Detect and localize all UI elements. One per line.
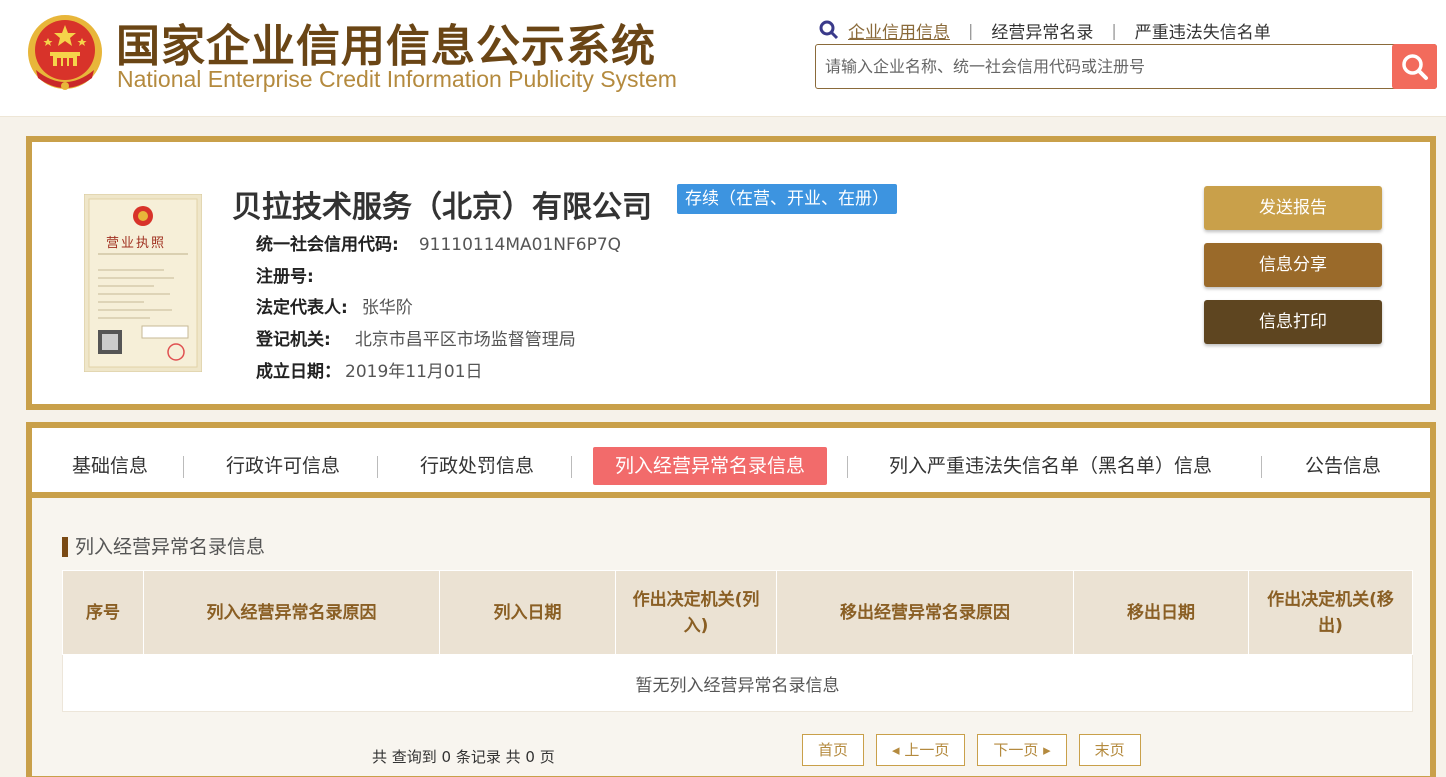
info-label: 法定代表人: <box>256 298 348 318</box>
tab-bar: 基础信息 行政许可信息 行政处罚信息 列入经营异常名录信息 列入严重违法失信名单… <box>32 428 1430 498</box>
tab-divider <box>377 456 378 478</box>
empty-message: 暂无列入经营异常名录信息 <box>62 654 1413 712</box>
tab-basic-info[interactable]: 基础信息 <box>50 447 170 485</box>
info-legal-representative: 法定代表人: 张华阶 <box>256 293 413 318</box>
company-summary-card: 营业执照 贝拉技术服务（北京）有限公司 存续（在营、开业、在册） 统一社会信用代… <box>26 136 1436 410</box>
tab-admin-penalty[interactable]: 行政处罚信息 <box>398 447 556 485</box>
record-count: 共 查询到 0 条记录 共 0 页 <box>372 748 555 766</box>
print-info-button[interactable]: 信息打印 <box>1204 300 1382 344</box>
nav-blacklist[interactable]: 严重违法失信名单 <box>1135 18 1271 43</box>
status-badge: 存续（在营、开业、在册） <box>677 184 897 214</box>
nav-divider: | <box>968 20 974 40</box>
info-value: 张华阶 <box>361 298 413 318</box>
license-title: 营业执照 <box>106 236 167 251</box>
info-establishment-date: 成立日期： 2019年11月01日 <box>256 357 483 382</box>
tab-abnormal-list-info[interactable]: 列入经营异常名录信息 <box>593 447 828 485</box>
brand-title-cn: 国家企业信用信息公示系统 <box>116 21 656 72</box>
national-emblem-icon <box>28 15 102 90</box>
tab-admin-license[interactable]: 行政许可信息 <box>204 447 362 485</box>
info-label: 登记机关: <box>256 330 331 350</box>
action-buttons: 发送报告 信息分享 信息打印 <box>1204 186 1382 357</box>
last-page-button[interactable]: 末页 <box>1078 734 1141 766</box>
tab-divider <box>183 456 184 478</box>
abnormal-list-table: 序号 列入经营异常名录原因 列入日期 作出决定机关(列入) 移出经营异常名录原因… <box>62 570 1413 712</box>
info-label: 成立日期： <box>256 362 341 382</box>
search-box <box>815 44 1437 89</box>
company-name: 贝拉技术服务（北京）有限公司 <box>232 190 652 225</box>
table-header-row: 序号 列入经营异常名录原因 列入日期 作出决定机关(列入) 移出经营异常名录原因… <box>62 570 1413 655</box>
tab-divider <box>571 456 572 478</box>
info-label: 统一社会信用代码: <box>256 235 399 255</box>
info-label: 注册号: <box>256 267 314 287</box>
info-value: 91110114MA01NF6P7Q <box>418 235 622 255</box>
info-value: 北京市昌平区市场监督管理局 <box>354 330 576 350</box>
column-header: 移出日期 <box>1073 570 1249 655</box>
share-info-button[interactable]: 信息分享 <box>1204 243 1382 287</box>
column-header: 列入日期 <box>439 570 616 655</box>
tab-announcement[interactable]: 公告信息 <box>1283 447 1403 485</box>
nav-abnormal-list[interactable]: 经营异常名录 <box>991 18 1093 43</box>
nav-enterprise-credit[interactable]: 企业信用信息 <box>848 18 950 43</box>
column-header: 列入经营异常名录原因 <box>143 570 440 655</box>
tab-divider <box>847 456 848 478</box>
search-input[interactable] <box>816 45 1392 88</box>
business-license-image <box>84 194 202 372</box>
site-header: 国家企业信用信息公示系统 National Enterprise Credit … <box>0 0 1446 117</box>
info-registration-number: 注册号: <box>256 262 328 287</box>
next-page-button[interactable]: 下一页 ▸ <box>977 734 1067 766</box>
column-header: 移出经营异常名录原因 <box>776 570 1074 655</box>
column-header: 作出决定机关(移出) <box>1248 570 1413 655</box>
nav-divider: | <box>1111 20 1117 40</box>
tab-divider <box>1261 456 1262 478</box>
info-credit-code: 统一社会信用代码: 91110114MA01NF6P7Q <box>256 230 621 255</box>
info-value: 2019年11月01日 <box>345 362 483 382</box>
table-row: 暂无列入经营异常名录信息 <box>62 654 1413 712</box>
brand-title-en: National Enterprise Credit Information P… <box>117 66 677 92</box>
send-report-button[interactable]: 发送报告 <box>1204 186 1382 230</box>
search-icon <box>819 20 839 40</box>
magnifier-icon <box>1401 53 1428 80</box>
content-card: 基础信息 行政许可信息 行政处罚信息 列入经营异常名录信息 列入严重违法失信名单… <box>26 422 1436 777</box>
pagination: 首页 ◂ 上一页 下一页 ▸ 末页 <box>802 734 1153 766</box>
prev-page-button[interactable]: ◂ 上一页 <box>876 734 966 766</box>
section-title: 列入经营异常名录信息 <box>62 537 265 557</box>
column-header: 作出决定机关(列入) <box>615 570 777 655</box>
column-header: 序号 <box>62 570 144 655</box>
first-page-button[interactable]: 首页 <box>802 734 865 766</box>
tab-blacklist-info[interactable]: 列入严重违法失信名单（黑名单）信息 <box>867 447 1234 485</box>
search-button[interactable] <box>1392 44 1437 89</box>
info-registration-authority: 登记机关: 北京市昌平区市场监督管理局 <box>256 325 576 350</box>
top-nav: 企业信用信息 | 经营异常名录 | 严重违法失信名单 <box>818 18 1271 43</box>
